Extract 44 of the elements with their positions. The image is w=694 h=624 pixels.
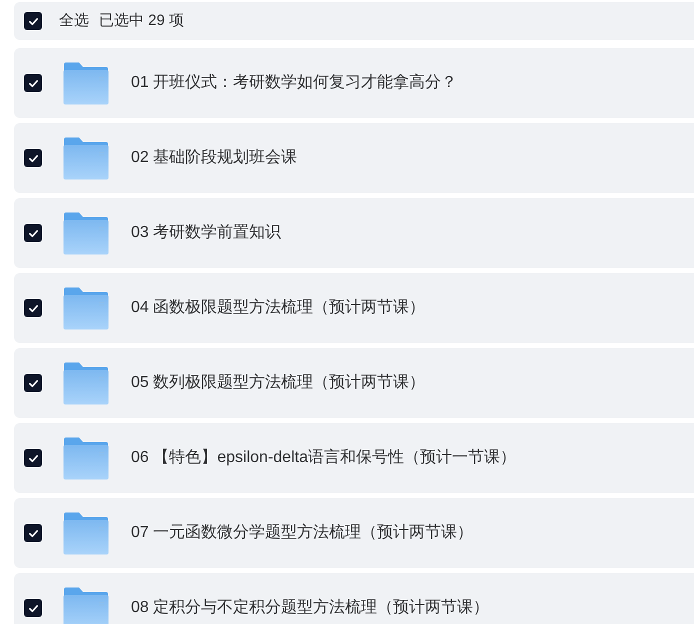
- checkbox[interactable]: [24, 374, 42, 392]
- folder-row[interactable]: 01 开班仪式：考研数学如何复习才能拿高分？: [14, 48, 694, 118]
- folder-row[interactable]: 02 基础阶段规划班会课: [14, 123, 694, 193]
- selection-count: 已选中 29 项: [99, 10, 184, 31]
- checkbox[interactable]: [24, 224, 42, 242]
- folder-title: 05 数列极限题型方法梳理（预计两节课）: [131, 372, 426, 393]
- checkbox[interactable]: [24, 524, 42, 542]
- folder-icon: [63, 362, 109, 404]
- checkbox[interactable]: [24, 299, 42, 317]
- select-all-label[interactable]: 全选: [59, 10, 89, 32]
- check-icon: [28, 228, 38, 238]
- folder-icon: [63, 212, 109, 254]
- check-icon: [28, 602, 38, 614]
- folder-icon: [63, 436, 109, 480]
- folder-icon: [63, 62, 109, 104]
- check-icon: [28, 528, 38, 538]
- checkbox[interactable]: [24, 599, 42, 617]
- folder-row[interactable]: 07 一元函数微分学题型方法梳理（预计两节课）: [14, 498, 694, 568]
- check-icon: [28, 16, 38, 26]
- checkbox[interactable]: [24, 149, 42, 167]
- check-icon: [28, 78, 38, 88]
- folder-row[interactable]: 05 数列极限题型方法梳理（预计两节课）: [14, 348, 694, 418]
- check-icon: [28, 152, 38, 164]
- folder-title: 03 考研数学前置知识: [131, 222, 282, 243]
- check-icon: [28, 302, 38, 314]
- check-icon: [28, 452, 38, 464]
- folder-icon: [63, 512, 109, 554]
- checkbox[interactable]: [24, 74, 42, 92]
- folder-row[interactable]: 08 定积分与不定积分题型方法梳理（预计两节课）: [14, 573, 694, 624]
- folder-title: 08 定积分与不定积分题型方法梳理（预计两节课）: [131, 598, 490, 618]
- folder-row[interactable]: 03 考研数学前置知识: [14, 198, 694, 268]
- folder-icon: [63, 586, 109, 624]
- folder-row[interactable]: 06 【特色】epsilon-delta语言和保号性（预计一节课）: [14, 423, 694, 493]
- checkbox[interactable]: [24, 12, 42, 30]
- folder-title: 06 【特色】epsilon-delta语言和保号性（预计一节课）: [131, 448, 516, 468]
- folder-title: 07 一元函数微分学题型方法梳理（预计两节课）: [131, 522, 474, 543]
- checkbox[interactable]: [24, 449, 42, 467]
- check-icon: [28, 378, 38, 388]
- folder-icon: [63, 136, 109, 180]
- folder-title: 01 开班仪式：考研数学如何复习才能拿高分？: [131, 72, 458, 93]
- folder-icon: [63, 286, 109, 330]
- folder-title: 04 函数极限题型方法梳理（预计两节课）: [131, 298, 426, 318]
- folder-title: 02 基础阶段规划班会课: [131, 148, 298, 168]
- folder-row[interactable]: 04 函数极限题型方法梳理（预计两节课）: [14, 273, 694, 343]
